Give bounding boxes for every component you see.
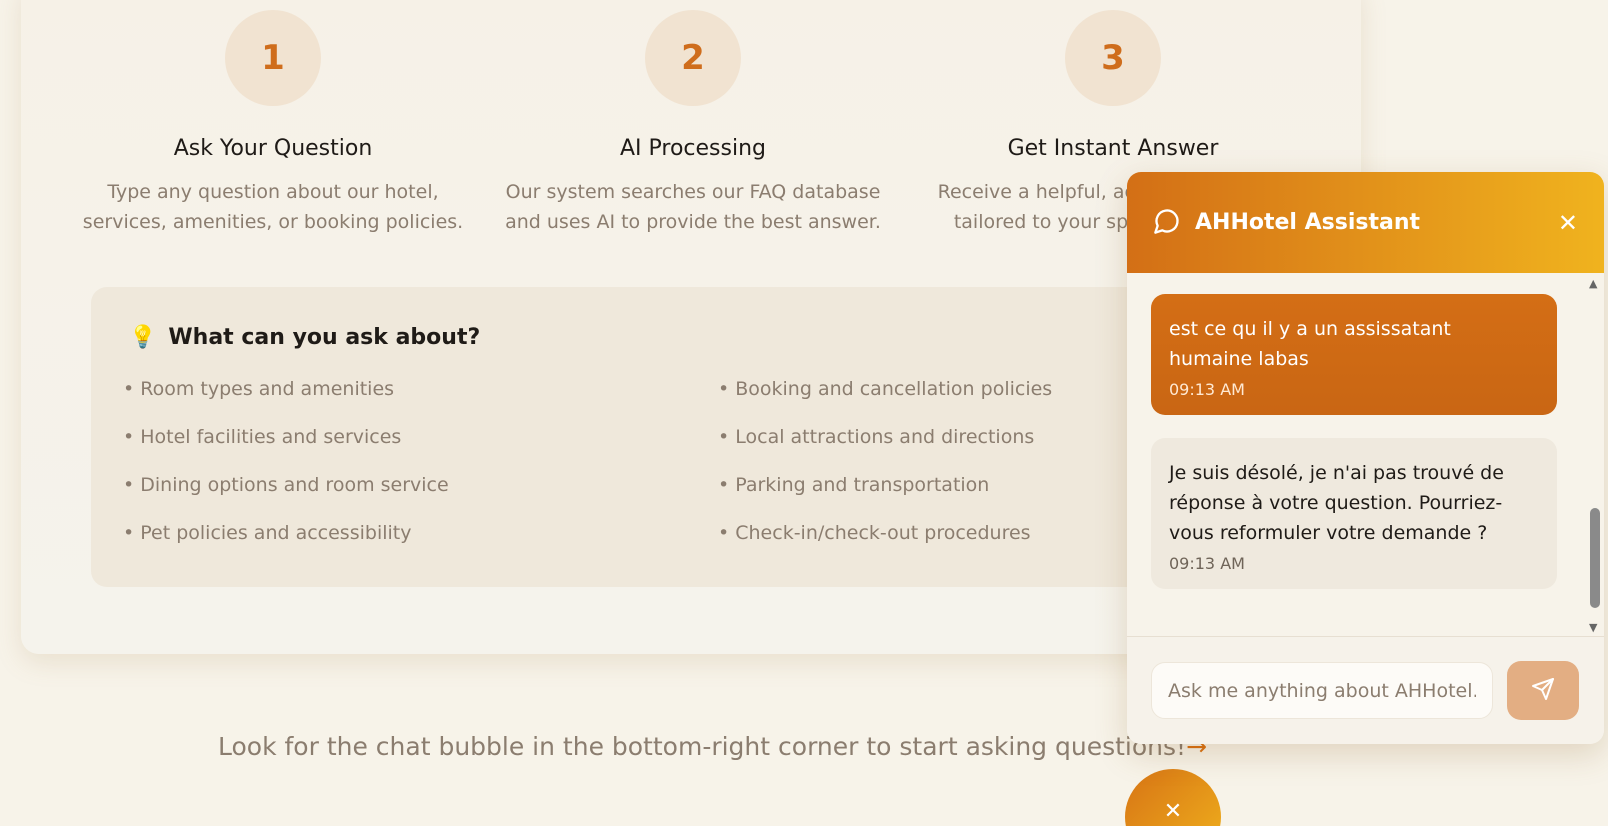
step-1-number: 1 (225, 10, 321, 106)
scroll-up-icon[interactable]: ▲ (1589, 277, 1597, 290)
chat-hint-message: Look for the chat bubble in the bottom-r… (218, 732, 1187, 761)
step-1-desc-line-2: services, amenities, or booking policies… (82, 211, 464, 233)
list-item: • Dining options and room service (123, 474, 449, 496)
send-button[interactable] (1507, 661, 1579, 720)
faq-topics-right-list: • Booking and cancellation policies • Lo… (718, 375, 1052, 567)
close-icon: ✕ (1163, 799, 1183, 824)
chat-bubble-icon (1153, 207, 1181, 239)
list-item: • Room types and amenities (123, 378, 395, 400)
step-2-desc-line-2: and uses AI to provide the best answer. (505, 211, 881, 233)
list-item: • Booking and cancellation policies (718, 378, 1053, 400)
step-3-title: Get Instant Answer (1007, 136, 1219, 161)
step-2-description: Our system searches our FAQ database and… (483, 177, 903, 237)
user-message: est ce qu il y a un assissatant humaine … (1151, 294, 1557, 415)
chat-close-button[interactable]: ✕ (1558, 209, 1578, 237)
bot-message: Je suis désolé, je n'ai pas trouvé de ré… (1151, 438, 1557, 589)
bot-message-time: 09:13 AM (1169, 554, 1245, 573)
list-item: • Check-in/check-out procedures (718, 522, 1031, 544)
list-item: • Hotel facilities and services (123, 426, 402, 448)
step-2-title: AI Processing (619, 136, 766, 161)
scrollbar-thumb[interactable] (1590, 508, 1600, 608)
chat-scrollbar[interactable]: ▲ ▼ (1584, 273, 1604, 636)
chat-toggle-button[interactable]: ✕ (1125, 769, 1221, 826)
bot-message-text: Je suis désolé, je n'ai pas trouvé de ré… (1169, 462, 1504, 544)
chat-header: AHHotel Assistant ✕ (1127, 172, 1604, 273)
step-1-desc-line-1: Type any question about our hotel, (107, 181, 439, 203)
chat-title: AHHotel Assistant (1195, 210, 1420, 235)
faq-topics-title: What can you ask about? (168, 325, 481, 350)
step-2-number: 2 (645, 10, 741, 106)
step-1-title: Ask Your Question (173, 136, 373, 161)
send-icon (1531, 677, 1555, 705)
list-item: • Local attractions and directions (718, 426, 1035, 448)
step-3-number: 3 (1065, 10, 1161, 106)
step-2-desc-line-1: Our system searches our FAQ database (505, 181, 881, 203)
faq-topics-left-list: • Room types and amenities • Hotel facil… (123, 375, 449, 567)
lightbulb-icon: 💡 (129, 325, 157, 350)
chat-input-area (1127, 636, 1604, 744)
scroll-down-icon[interactable]: ▼ (1589, 621, 1597, 634)
chat-message-input[interactable] (1151, 662, 1493, 719)
faq-topics-heading: 💡 What can you ask about? (129, 325, 480, 350)
chat-window: AHHotel Assistant ✕ est ce qu il y a un … (1127, 172, 1604, 744)
step-2: 2 AI Processing Our system searches our … (483, 10, 903, 237)
list-item: • Parking and transportation (718, 474, 990, 496)
user-message-text: est ce qu il y a un assissatant humaine … (1169, 318, 1451, 370)
chat-messages[interactable]: est ce qu il y a un assissatant humaine … (1127, 273, 1604, 636)
list-item: • Pet policies and accessibility (123, 522, 412, 544)
step-1-description: Type any question about our hotel, servi… (63, 177, 483, 237)
chat-hint-text: Look for the chat bubble in the bottom-r… (218, 732, 1207, 761)
user-message-time: 09:13 AM (1169, 380, 1245, 399)
step-1: 1 Ask Your Question Type any question ab… (63, 10, 483, 237)
